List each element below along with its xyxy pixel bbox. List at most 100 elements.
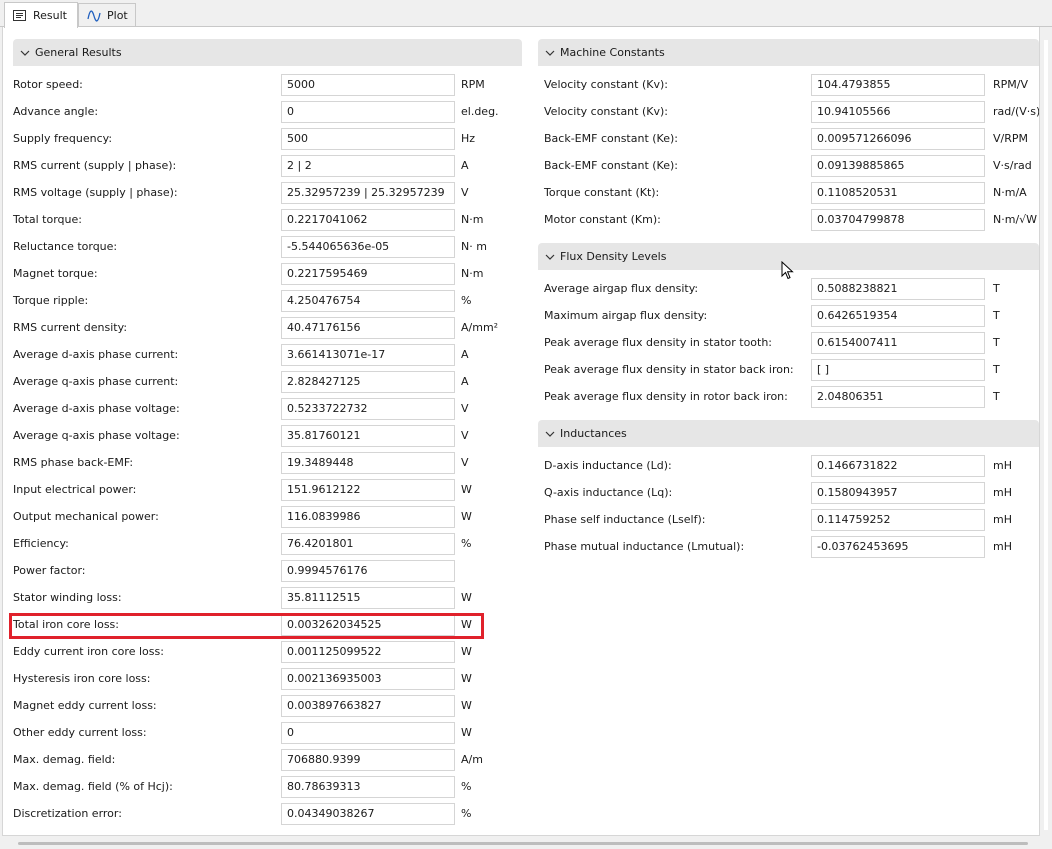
row-value-field[interactable]: 0.1580943957: [811, 482, 985, 504]
row-unit: W: [461, 483, 472, 496]
row-value-field[interactable]: 3.661413071e-17: [281, 344, 455, 366]
row-value-field[interactable]: 5000: [281, 74, 455, 96]
row-value-field[interactable]: 0.09139885865: [811, 155, 985, 177]
result-row: Back-EMF constant (Ke): 0.09139885865 V·s/…: [544, 155, 1039, 177]
row-value-field[interactable]: 2 | 2: [281, 155, 455, 177]
row-value-field[interactable]: 116.0839986: [281, 506, 455, 528]
row-value-field[interactable]: 0: [281, 101, 455, 123]
row-label: RMS current density:: [13, 321, 128, 334]
result-row: Magnet eddy current loss: 0.003897663827 W: [13, 695, 531, 717]
row-unit: T: [993, 363, 1000, 376]
row-value-field[interactable]: 76.4201801: [281, 533, 455, 555]
row-value-field[interactable]: 0.001125099522: [281, 641, 455, 663]
result-row: Advance angle: 0 el.deg.: [13, 101, 531, 123]
result-row: Efficiency: 76.4201801%: [13, 533, 531, 555]
row-label: RMS current (supply | phase):: [13, 159, 177, 172]
row-value-field[interactable]: 151.9612122: [281, 479, 455, 501]
tab-result[interactable]: Result: [4, 2, 78, 28]
row-value-field[interactable]: [ ]: [811, 359, 985, 381]
row-value-field[interactable]: 0.114759252: [811, 509, 985, 531]
row-unit: T: [993, 336, 1000, 349]
result-row: Input electrical power: 151.9612122 W: [13, 479, 531, 501]
row-label: Input electrical power:: [13, 483, 137, 496]
row-value-field[interactable]: 104.4793855: [811, 74, 985, 96]
row-label: Stator winding loss:: [13, 591, 122, 604]
chevron-down-icon: [545, 50, 555, 56]
row-value-field[interactable]: 0.9994576176: [281, 560, 455, 582]
section-title: Machine Constants: [560, 46, 665, 59]
row-unit: T: [993, 282, 1000, 295]
row-unit: mH: [993, 486, 1012, 499]
row-value-field[interactable]: 0.009571266096: [811, 128, 985, 150]
horizontal-scrollbar[interactable]: [18, 842, 1028, 845]
row-value-field[interactable]: 0.003897663827: [281, 695, 455, 717]
row-value-field[interactable]: 0: [281, 722, 455, 744]
row-unit: %: [461, 294, 472, 307]
result-row: Phase self inductance (Lself): 0.11475925…: [544, 509, 1039, 531]
row-value-field[interactable]: 2.828427125: [281, 371, 455, 393]
tab-result-label: Result: [33, 9, 67, 22]
chevron-down-icon: [20, 50, 30, 56]
row-unit: mH: [993, 540, 1012, 553]
inductances-header[interactable]: Inductances: [538, 420, 1039, 447]
row-value-field[interactable]: 40.47176156: [281, 317, 455, 339]
row-label: Supply frequency:: [13, 132, 113, 145]
row-value-field[interactable]: 10.94105566: [811, 101, 985, 123]
result-row: Average q-axis phase current: 2.828427125…: [13, 371, 531, 393]
row-unit: T: [993, 309, 1000, 322]
row-value-field[interactable]: 0.04349038267: [281, 803, 455, 825]
row-label: Phase self inductance (Lself):: [544, 513, 706, 526]
row-value-field[interactable]: 0.1108520531: [811, 182, 985, 204]
row-value-field[interactable]: 0.5233722732: [281, 398, 455, 420]
row-value-field[interactable]: -5.544065636e-05: [281, 236, 455, 258]
row-value-field[interactable]: 2.04806351: [811, 386, 985, 408]
result-row: Peak average flux density in stator toot…: [544, 332, 1039, 354]
result-row: Discretization error: 0.04349038267%: [13, 803, 531, 825]
result-row: Eddy current iron core loss: 0.0011250995…: [13, 641, 531, 663]
row-unit: el.deg.: [461, 105, 499, 118]
row-unit: mH: [993, 459, 1012, 472]
row-value-field[interactable]: 19.3489448: [281, 452, 455, 474]
row-value-field[interactable]: 4.250476754: [281, 290, 455, 312]
row-value-field[interactable]: 25.32957239 | 25.32957239: [281, 182, 455, 204]
result-row: Max. demag. field: 706880.9399 A/m: [13, 749, 531, 771]
tab-plot[interactable]: Plot: [78, 3, 136, 27]
row-value-field[interactable]: 0.6426519354: [811, 305, 985, 327]
row-value-field[interactable]: 0.6154007411: [811, 332, 985, 354]
general-results-header[interactable]: General Results: [13, 39, 522, 66]
result-row: Supply frequency: 500 Hz: [13, 128, 531, 150]
row-value-field[interactable]: -0.03762453695: [811, 536, 985, 558]
row-value-field[interactable]: 35.81760121: [281, 425, 455, 447]
row-unit: RPM/V: [993, 78, 1028, 91]
row-value-field[interactable]: 0.2217595469: [281, 263, 455, 285]
row-unit: W: [461, 726, 472, 739]
row-label: Q-axis inductance (Lq):: [544, 486, 673, 499]
row-unit: W: [461, 510, 472, 523]
result-row: Power factor: 0.9994576176: [13, 560, 531, 582]
row-unit: V·s/rad: [993, 159, 1032, 172]
row-value-field[interactable]: 0.03704799878: [811, 209, 985, 231]
section-title: Inductances: [560, 427, 627, 440]
result-row: Average q-axis phase voltage: 35.81760121…: [13, 425, 531, 447]
machine-constants-header[interactable]: Machine Constants: [538, 39, 1039, 66]
row-unit: W: [461, 645, 472, 658]
row-value-field[interactable]: 0.5088238821: [811, 278, 985, 300]
result-row: Other eddy current loss: 0 W: [13, 722, 531, 744]
row-label: D-axis inductance (Ld):: [544, 459, 672, 472]
row-unit: V: [461, 186, 469, 199]
row-value-field[interactable]: 0.002136935003: [281, 668, 455, 690]
row-value-field[interactable]: 0.1466731822: [811, 455, 985, 477]
row-value-field[interactable]: 706880.9399: [281, 749, 455, 771]
row-value-field[interactable]: 80.78639313: [281, 776, 455, 798]
row-unit: N·m: [461, 267, 484, 280]
row-unit: A: [461, 348, 469, 361]
mouse-cursor-icon: [781, 261, 794, 280]
row-value-field[interactable]: 500: [281, 128, 455, 150]
row-value-field[interactable]: 35.81112515: [281, 587, 455, 609]
vertical-scrollbar[interactable]: [1044, 40, 1048, 830]
result-row: Hysteresis iron core loss: 0.002136935003…: [13, 668, 531, 690]
document-icon: [13, 9, 26, 21]
result-row: RMS current (supply | phase): 2 | 2 A: [13, 155, 531, 177]
row-label: Advance angle:: [13, 105, 99, 118]
row-value-field[interactable]: 0.2217041062: [281, 209, 455, 231]
